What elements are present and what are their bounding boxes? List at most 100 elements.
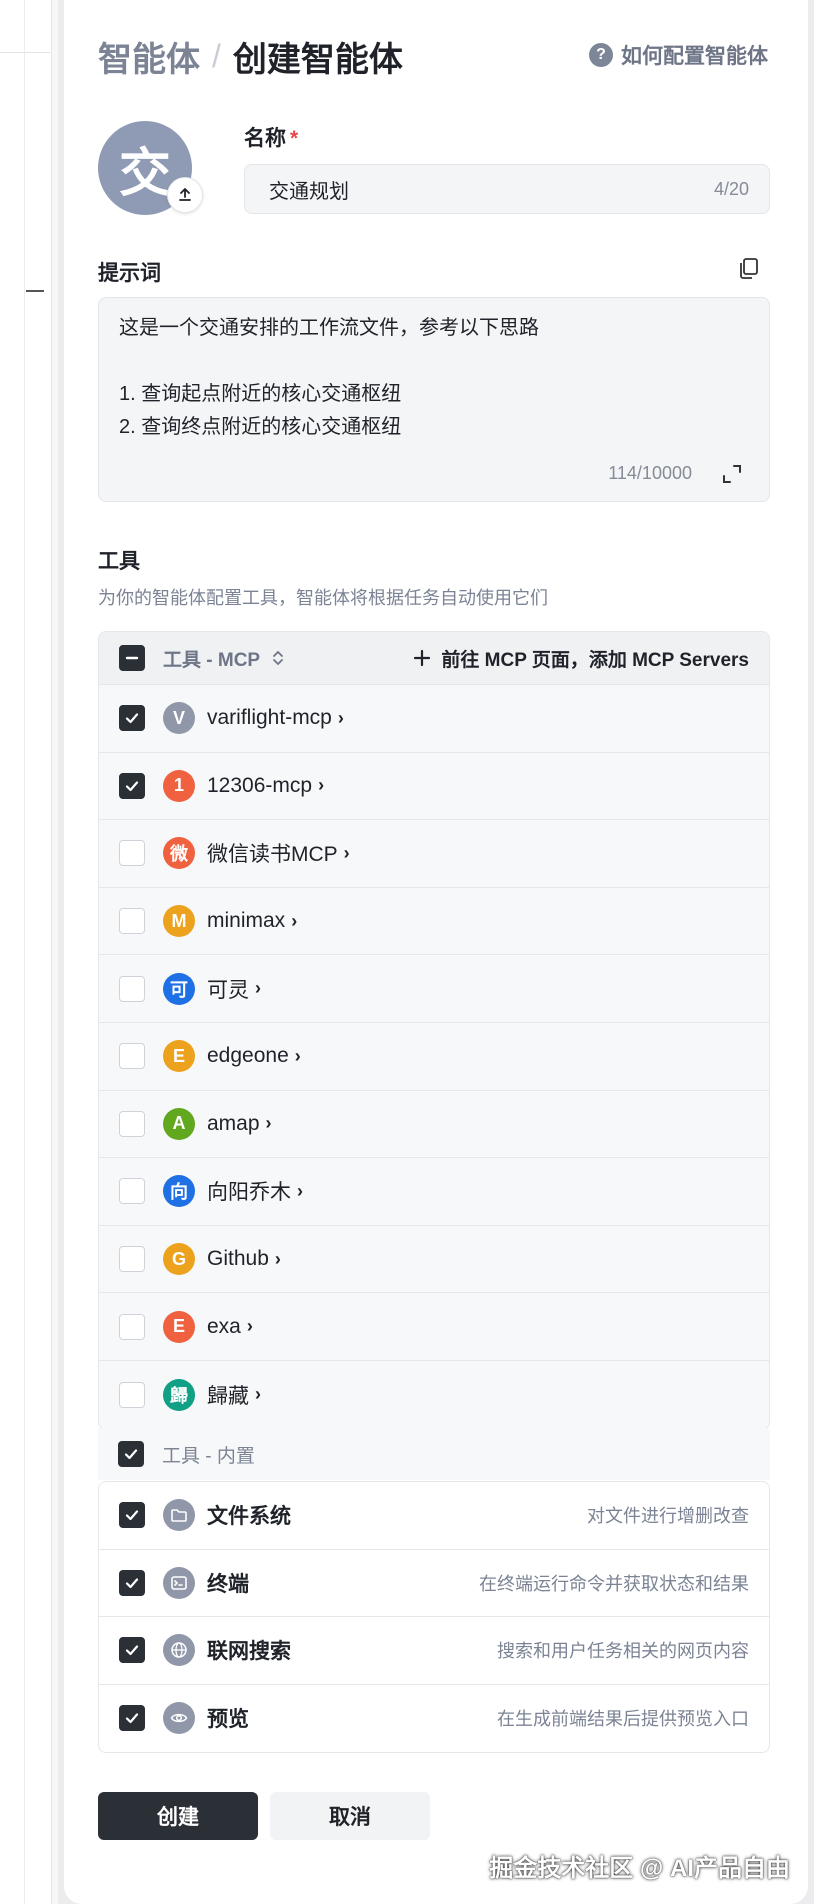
tool-checkbox[interactable] bbox=[119, 975, 145, 1002]
mcp-tool-icon: 1 bbox=[163, 769, 195, 802]
add-mcp-label: 前往 MCP 页面，添加 MCP Servers bbox=[441, 649, 749, 671]
mcp-tool-name: amap bbox=[207, 1111, 260, 1135]
tool-checkbox[interactable] bbox=[119, 1569, 145, 1596]
mcp-tool-row[interactable]: Vvariflight-mcp › bbox=[99, 685, 769, 753]
tool-checkbox[interactable] bbox=[119, 1043, 145, 1070]
mcp-tool-row[interactable]: 可可灵 › bbox=[99, 955, 769, 1023]
chevron-right-icon[interactable]: › bbox=[291, 911, 297, 932]
mcp-tool-row[interactable]: 向向阳乔木 › bbox=[99, 1158, 769, 1226]
mcp-tool-name: 向阳乔木 bbox=[207, 1181, 291, 1205]
chevron-right-icon[interactable]: › bbox=[247, 1316, 253, 1337]
upload-icon[interactable] bbox=[167, 177, 203, 213]
mcp-tool-row[interactable]: Eexa › bbox=[99, 1293, 769, 1361]
builtin-tool-name: 终端 bbox=[207, 1572, 249, 1596]
mcp-tool-icon: E bbox=[163, 1040, 195, 1073]
chevron-right-icon[interactable]: › bbox=[255, 1384, 261, 1405]
mcp-select-all-checkbox[interactable] bbox=[119, 645, 145, 671]
page-title: 创建智能体 bbox=[232, 41, 403, 79]
chevron-right-icon[interactable]: › bbox=[297, 1181, 303, 1202]
tool-checkbox[interactable] bbox=[119, 772, 145, 799]
expand-icon[interactable] bbox=[719, 461, 745, 487]
mcp-tool-row[interactable]: 歸歸藏 › bbox=[99, 1361, 769, 1429]
mcp-tool-row[interactable]: 1 12306-mcp › bbox=[99, 753, 769, 821]
tool-checkbox[interactable] bbox=[119, 840, 145, 867]
mcp-tool-name: variflight-mcp bbox=[207, 706, 332, 730]
builtin-select-all-checkbox[interactable] bbox=[118, 1441, 144, 1467]
collapse-handle[interactable] bbox=[26, 290, 44, 292]
tool-checkbox[interactable] bbox=[119, 1178, 145, 1205]
mcp-group-sort[interactable]: 工具 - MCP bbox=[163, 645, 286, 672]
mcp-tool-icon: 微 bbox=[163, 837, 195, 870]
help-link[interactable]: ? 如何配置智能体 bbox=[589, 40, 768, 70]
name-input-value: 交通规划 bbox=[269, 180, 349, 203]
mcp-tool-list: Vvariflight-mcp › 1 12306-mcp › 微微信读书MCP › Mmin… bbox=[98, 685, 770, 1430]
builtin-tool-desc: 在生成前端结果后提供预览入口 bbox=[497, 1709, 749, 1730]
terminal-icon bbox=[163, 1566, 195, 1599]
create-button[interactable]: 创建 bbox=[98, 1792, 258, 1840]
mcp-tool-icon: M bbox=[163, 905, 195, 938]
mcp-group-label: 工具 - MCP bbox=[163, 649, 261, 671]
copy-icon[interactable] bbox=[736, 255, 762, 281]
chevron-right-icon[interactable]: › bbox=[255, 978, 261, 999]
chevron-right-icon[interactable]: › bbox=[266, 1113, 272, 1134]
sort-icon bbox=[273, 650, 284, 666]
eye-icon bbox=[163, 1702, 195, 1735]
builtin-tool-name: 文件系统 bbox=[207, 1505, 291, 1529]
chevron-right-icon[interactable]: › bbox=[318, 775, 324, 796]
mcp-group-header: 工具 - MCP 前往 MCP 页面，添加 MCP Servers bbox=[98, 631, 770, 685]
breadcrumb: 智能体 / 创建智能体 bbox=[98, 32, 403, 81]
sidebar-vertical-line bbox=[24, 0, 25, 1904]
tool-checkbox[interactable] bbox=[119, 705, 145, 732]
mcp-tool-icon: 歸 bbox=[163, 1378, 195, 1411]
required-mark: * bbox=[290, 127, 299, 150]
prompt-line: 1. 查询起点附近的核心交通枢纽 bbox=[119, 383, 402, 405]
plus-icon bbox=[414, 649, 431, 667]
tool-checkbox[interactable] bbox=[119, 1705, 145, 1732]
builtin-tool-row[interactable]: 终端 在终端运行命令并获取状态和结果 bbox=[99, 1550, 769, 1617]
prompt-line bbox=[119, 345, 749, 378]
chevron-right-icon[interactable]: › bbox=[275, 1249, 281, 1270]
chevron-right-icon[interactable]: › bbox=[338, 708, 344, 729]
mcp-tool-name: exa bbox=[207, 1314, 241, 1338]
breadcrumb-parent[interactable]: 智能体 bbox=[98, 32, 200, 81]
tool-checkbox[interactable] bbox=[119, 908, 145, 935]
prompt-line: 这是一个交通安排的工作流文件，参考以下思路 bbox=[119, 317, 539, 339]
mcp-tool-name: 微信读书MCP bbox=[207, 843, 338, 867]
builtin-tool-row[interactable]: 联网搜索 搜索和用户任务相关的网页内容 bbox=[99, 1617, 769, 1685]
builtin-tool-desc: 对文件进行增删改查 bbox=[587, 1506, 749, 1527]
tool-checkbox[interactable] bbox=[119, 1313, 145, 1340]
mcp-tool-name: edgeone bbox=[207, 1044, 289, 1068]
builtin-tool-row[interactable]: 文件系统 对文件进行增删改查 bbox=[99, 1482, 769, 1550]
mcp-tool-row[interactable]: G Github › bbox=[99, 1226, 769, 1294]
tool-checkbox[interactable] bbox=[119, 1246, 145, 1273]
builtin-group-label: 工具 - 内置 bbox=[162, 1445, 255, 1467]
sidebar-panel bbox=[0, 0, 52, 1904]
mcp-tool-row[interactable]: 微微信读书MCP › bbox=[99, 820, 769, 888]
mcp-tool-name: 12306-mcp bbox=[207, 773, 313, 797]
builtin-tool-name: 预览 bbox=[207, 1708, 249, 1732]
tool-checkbox[interactable] bbox=[119, 1502, 145, 1529]
tool-checkbox[interactable] bbox=[119, 1637, 145, 1664]
mcp-tool-icon: 可 bbox=[163, 972, 195, 1005]
left-sidebar bbox=[0, 0, 58, 1904]
builtin-tool-list: 文件系统 对文件进行增删改查终端 在终端运行命令并获取状态和结果 联网搜索 搜索和用户任… bbox=[98, 1481, 770, 1753]
builtin-tool-row[interactable]: 预览 在生成前端结果后提供预览入口 bbox=[99, 1685, 769, 1753]
add-mcp-button[interactable]: 前往 MCP 页面，添加 MCP Servers bbox=[413, 645, 749, 672]
question-icon: ? bbox=[589, 43, 613, 67]
name-char-count: 4/20 bbox=[713, 178, 749, 199]
cancel-button[interactable]: 取消 bbox=[270, 1792, 430, 1840]
chevron-right-icon[interactable]: › bbox=[344, 843, 350, 864]
chevron-right-icon[interactable]: › bbox=[295, 1046, 301, 1067]
help-link-label: 如何配置智能体 bbox=[621, 45, 768, 68]
mcp-tool-name: Github bbox=[207, 1247, 269, 1271]
tool-checkbox[interactable] bbox=[119, 1381, 145, 1408]
mcp-tool-icon: G bbox=[163, 1243, 195, 1276]
mcp-tool-name: 歸藏 bbox=[207, 1384, 249, 1408]
breadcrumb-separator: / bbox=[212, 38, 221, 74]
mcp-tool-row[interactable]: Eedgeone › bbox=[99, 1023, 769, 1091]
name-input[interactable]: 交通规划 4/20 bbox=[244, 164, 770, 214]
builtin-tool-name: 联网搜索 bbox=[207, 1640, 291, 1664]
mcp-tool-row[interactable]: Aamap › bbox=[99, 1091, 769, 1159]
tool-checkbox[interactable] bbox=[119, 1110, 145, 1137]
mcp-tool-row[interactable]: Mminimax › bbox=[99, 888, 769, 956]
